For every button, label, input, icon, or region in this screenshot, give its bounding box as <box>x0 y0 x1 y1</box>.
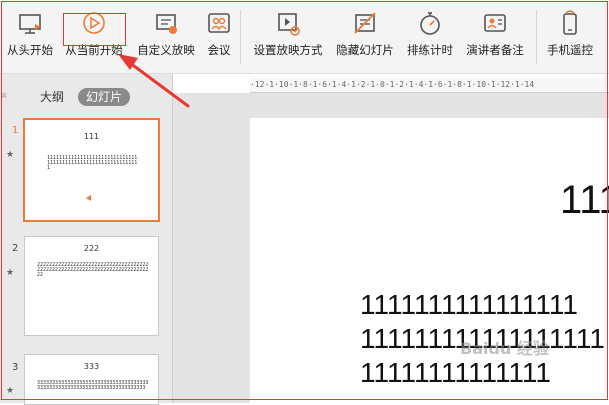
thumbnail-title: 222 <box>83 244 100 253</box>
rehearse-timing-label: 排练计时 <box>407 43 453 57</box>
stopwatch-icon <box>420 12 440 35</box>
hide-slide-button[interactable]: 隐藏幻灯片 <box>332 10 398 68</box>
thumbnail-title: 333 <box>83 362 100 371</box>
animation-star-icon: ★ <box>6 386 15 396</box>
animation-marker-icon <box>86 195 91 201</box>
slide-thumbnail-1[interactable]: 111 111111111111111111111111111111111111… <box>23 118 160 222</box>
slide-number: 2 <box>12 243 19 254</box>
slide-number: 3 <box>12 362 19 373</box>
body-line: 1111111111111111 <box>360 289 578 320</box>
tab-outline[interactable]: 大纲 <box>32 88 72 106</box>
ribbon-toolbar: 从头开始 从当前开始 自定义放映 会议 设置放映方式 隐藏幻灯片 排练计时 演讲… <box>0 0 609 74</box>
thumbnail-body: 3333333333333333333333333333333333333333… <box>37 380 149 391</box>
from-start-label: 从头开始 <box>7 43 53 57</box>
meeting-icon <box>208 13 230 33</box>
thumbnail-body: 1111111111111111111111111111111111111111… <box>47 155 138 171</box>
meeting-label: 会议 <box>207 43 231 57</box>
slide-thumbnail-2[interactable]: 222 222222222222222222222222222222222222… <box>24 236 159 336</box>
ribbon-separator <box>240 10 241 64</box>
animation-star-icon: ★ <box>6 150 15 160</box>
phone-remote-icon <box>563 10 577 35</box>
ribbon-separator <box>536 10 537 64</box>
horizontal-ruler: ·12·1·10·1·8·1·6·1·4·1·2·1·0·1·2·1·4·1·6… <box>250 78 609 93</box>
hide-slide-label: 隐藏幻灯片 <box>336 43 394 57</box>
collapse-pane-icon[interactable]: « <box>0 88 7 102</box>
slide-title-text[interactable]: 111 <box>560 178 609 223</box>
custom-show-button[interactable]: 自定义放映 <box>134 10 198 68</box>
from-current-label: 从当前开始 <box>65 43 123 57</box>
animation-star-icon: ★ <box>6 268 15 278</box>
from-start-button[interactable]: 从头开始 <box>4 10 56 68</box>
tab-slides[interactable]: 幻灯片 <box>78 88 131 106</box>
rehearse-timing-button[interactable]: 排练计时 <box>404 10 456 68</box>
custom-show-icon <box>156 14 177 34</box>
custom-show-label: 自定义放映 <box>137 43 195 57</box>
speaker-notes-icon <box>484 14 506 32</box>
slide-canvas[interactable]: 11 1 111111111111111 1 11111111111111111 1 … <box>250 118 609 403</box>
from-current-button[interactable]: 从当前开始 <box>62 10 126 68</box>
phone-remote-label: 手机遥控 <box>547 43 593 57</box>
slide-thumbnail-3[interactable]: 333 333333333333333333333333333333333333… <box>24 354 159 405</box>
hide-slide-icon <box>354 12 376 34</box>
thumbnail-body: 2222222222222222222222222222222222222222… <box>37 262 149 278</box>
body-line: 11111111111111 <box>360 357 551 388</box>
speaker-notes-label: 演讲者备注 <box>466 43 524 57</box>
setup-show-button[interactable]: 设置放映方式 <box>250 10 326 68</box>
phone-remote-button[interactable]: 手机遥控 <box>543 10 597 68</box>
speaker-notes-button[interactable]: 演讲者备注 <box>462 10 528 68</box>
slide-number: 1 <box>12 125 19 136</box>
monitor-play-icon <box>19 14 41 34</box>
setup-show-icon <box>278 13 300 36</box>
watermark: Baidu 经验 <box>460 339 549 358</box>
meeting-button[interactable]: 会议 <box>203 10 235 68</box>
thumbnail-title: 111 <box>83 132 100 141</box>
setup-show-label: 设置放映方式 <box>253 43 323 57</box>
play-circle-icon <box>83 12 105 34</box>
